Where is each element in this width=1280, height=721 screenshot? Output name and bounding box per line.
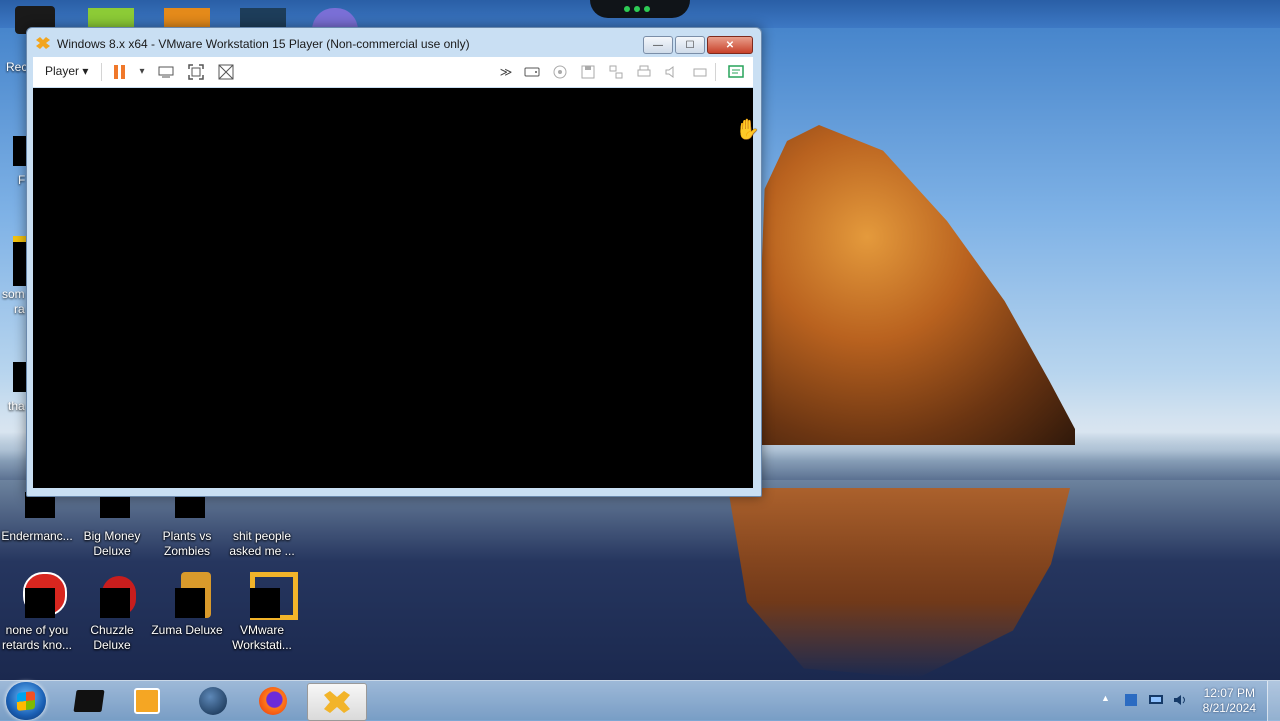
pause-button[interactable] (111, 63, 129, 81)
floppy-button[interactable] (579, 63, 597, 81)
desktop-icon-label[interactable]: Rec (6, 60, 27, 74)
desktop-icon-label: VMware Workstati... (232, 623, 292, 652)
clock-date: 8/21/2024 (1202, 701, 1256, 715)
fullscreen-button[interactable] (187, 63, 205, 81)
app-icon (88, 572, 136, 620)
taskbar-app-terminal[interactable] (60, 683, 118, 719)
desktop-icon-label[interactable]: tha (8, 399, 25, 413)
chevron-down-icon: ▾ (139, 66, 145, 77)
vmware-toolbar: Player ▾ ▾ ≫ (33, 57, 753, 87)
desktop-icon-image[interactable] (13, 136, 27, 166)
vmware-icon (324, 691, 350, 713)
power-options-dropdown[interactable]: ▾ (133, 63, 151, 81)
message-log-button[interactable] (727, 63, 745, 81)
desktop-icon-vmware[interactable]: VMware Workstati... (225, 572, 299, 653)
send-ctrl-alt-del-button[interactable] (157, 63, 175, 81)
desktop-icon-chuzzle[interactable]: Chuzzle Deluxe (75, 572, 149, 653)
show-hidden-icons-button[interactable]: ▲ (1101, 693, 1117, 707)
player-menu-label: Player (45, 64, 80, 78)
taskbar-app-firefox[interactable] (244, 683, 302, 719)
usb-button[interactable] (691, 63, 709, 81)
minimize-button[interactable]: — (643, 36, 673, 54)
toolbar-divider (101, 63, 102, 81)
vmware-logo-icon (36, 37, 50, 49)
unity-icon (218, 64, 234, 80)
pause-icon (114, 65, 125, 79)
vm-display[interactable] (33, 88, 753, 488)
message-icon (728, 65, 744, 78)
desktop-icon-label[interactable]: ra (14, 302, 25, 316)
desktop-icon-label: Chuzzle Deluxe (90, 623, 134, 652)
system-clock[interactable]: 12:07 PM 8/21/2024 (1203, 686, 1256, 716)
vmware-icon (238, 572, 298, 620)
start-button[interactable] (6, 682, 46, 720)
fullscreen-icon (188, 64, 204, 80)
wallpaper-rock (755, 125, 1075, 445)
windows-logo-icon (17, 691, 35, 711)
chevron-down-icon: ▾ (82, 64, 89, 78)
taskbar-app-vmware[interactable] (307, 683, 367, 721)
speaker-icon (665, 66, 674, 78)
network-button[interactable] (607, 63, 625, 81)
usb-icon (693, 68, 707, 77)
show-desktop-button[interactable] (1267, 681, 1280, 721)
desktop-icon-label: Big Money Deluxe (83, 529, 141, 558)
desktop-icon-label[interactable]: F (18, 173, 25, 187)
hand-cursor-icon: ✋ (735, 119, 760, 141)
desktop-icon-image[interactable] (13, 362, 27, 392)
firefox-icon (259, 687, 287, 715)
desktop-icon-zuma[interactable]: Zuma Deluxe (150, 572, 224, 638)
more-devices-button[interactable]: ≫ (497, 63, 515, 81)
volume-icon[interactable] (1172, 693, 1188, 707)
network-icon (609, 65, 623, 79)
desktop-icon-label: Plants vs Zombies (162, 529, 212, 558)
cd-drive-button[interactable] (551, 63, 569, 81)
window-controls: — ☐ ✕ (643, 36, 753, 54)
hard-disk-icon (524, 67, 540, 77)
desktop-icon-label[interactable]: som (2, 287, 25, 301)
unity-button[interactable] (217, 63, 235, 81)
wallpaper-rock-reflection (728, 488, 1070, 678)
desktop-icon-none-of-you[interactable]: none of you retards kno... (0, 572, 74, 653)
security-icon[interactable] (1123, 693, 1139, 707)
toolbar-divider (715, 63, 716, 81)
camera-notch (590, 0, 690, 18)
cd-icon (553, 65, 567, 79)
network-icon[interactable] (1148, 693, 1164, 707)
clock-time: 12:07 PM (1203, 686, 1255, 700)
taskbar-app-globe[interactable] (184, 683, 242, 719)
maximize-button[interactable]: ☐ (675, 36, 705, 54)
desktop-icon-label: Endermanc... (1, 529, 73, 543)
desktop-icon-label: shit people asked me ... (229, 529, 295, 558)
app-icon (163, 572, 211, 620)
desktop-icon-label: Zuma Deluxe (151, 623, 223, 637)
globe-icon (199, 687, 227, 715)
vmware-window[interactable]: Windows 8.x x64 - VMware Workstation 15 … (26, 27, 762, 497)
floppy-icon (581, 65, 595, 79)
hard-disk-button[interactable] (523, 63, 541, 81)
window-title: Windows 8.x x64 - VMware Workstation 15 … (57, 37, 470, 51)
desktop-icon-label: none of you retards kno... (1, 623, 73, 652)
printer-icon (637, 65, 651, 77)
terminal-icon (73, 690, 105, 712)
player-menu-button[interactable]: Player ▾ (45, 64, 88, 78)
printer-button[interactable] (635, 63, 653, 81)
media-player-icon (134, 688, 160, 714)
desktop-icon-image[interactable] (13, 236, 27, 286)
sound-button[interactable] (663, 63, 681, 81)
taskbar-app-media-player[interactable] (118, 683, 176, 719)
taskbar: ▲ 12:07 PM 8/21/2024 (0, 680, 1280, 721)
keyboard-icon (158, 66, 174, 78)
app-icon (13, 572, 67, 620)
close-button[interactable]: ✕ (707, 36, 753, 54)
